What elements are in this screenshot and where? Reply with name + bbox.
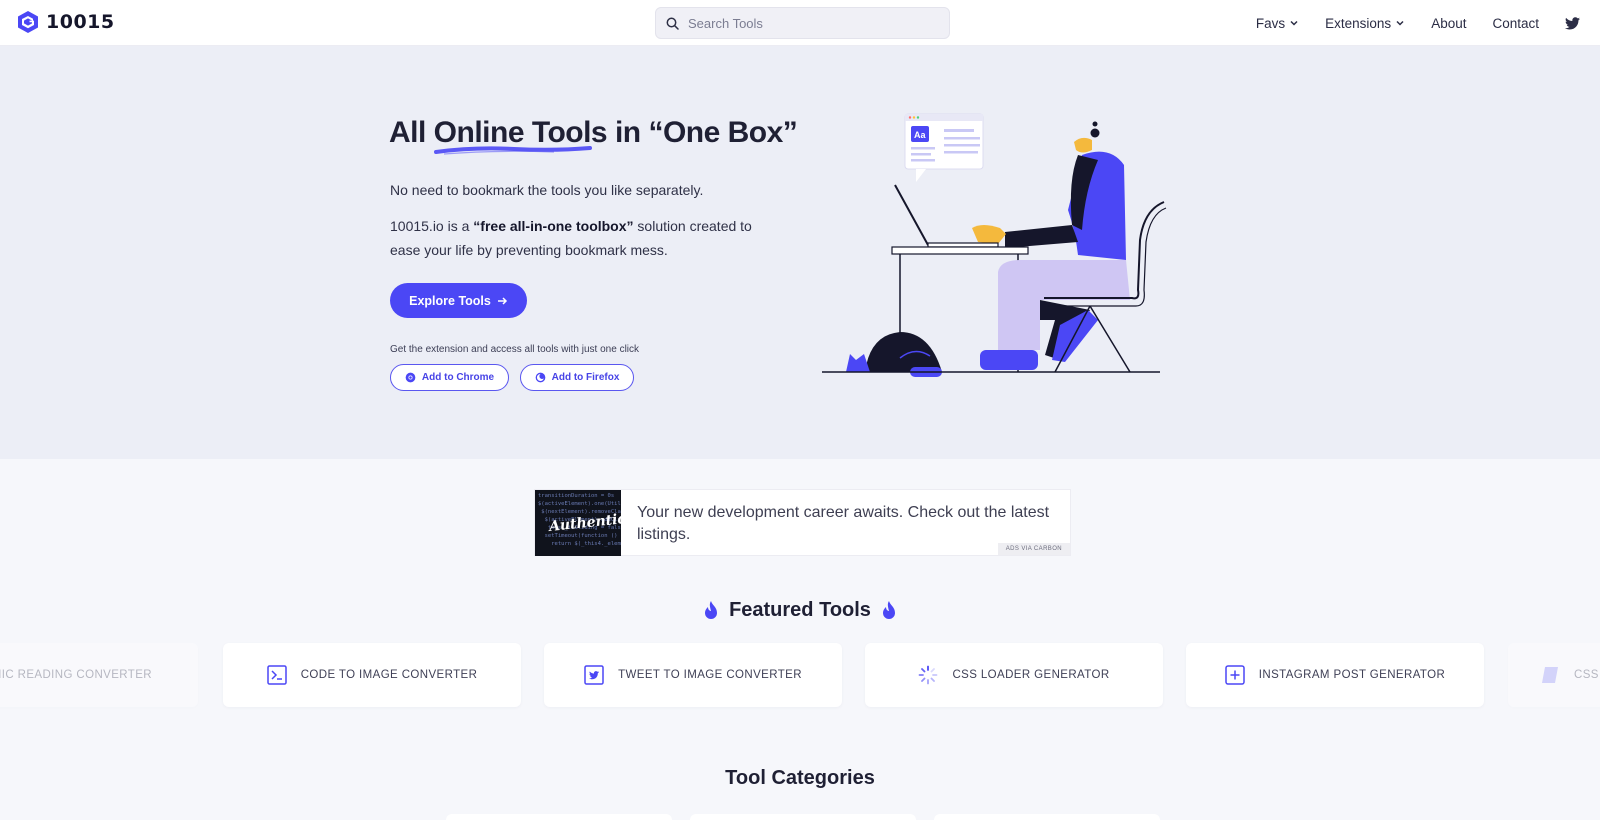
css-icon: [1542, 667, 1558, 683]
add-to-chrome-button[interactable]: Add to Chrome: [390, 364, 509, 391]
explore-tools-label: Explore Tools: [409, 293, 491, 308]
tool-card-code-to-image[interactable]: CODE TO IMAGE CONVERTER: [223, 643, 521, 707]
nav-favs[interactable]: Favs: [1256, 16, 1299, 31]
search-box[interactable]: [655, 7, 950, 39]
hero-p2-bold: “free all-in-one toolbox”: [473, 218, 634, 234]
logo-icon: [18, 11, 38, 33]
hero-section: All Online Tools in “One Box” No need to…: [0, 46, 1600, 459]
add-to-chrome-label: Add to Chrome: [421, 372, 495, 383]
tool-card-label: INSTAGRAM POST GENERATOR: [1258, 669, 1446, 681]
nav-contact-label: Contact: [1492, 15, 1539, 31]
tool-card-label: CSS LOADER GENERATOR: [952, 669, 1110, 681]
hero-title: All Online Tools in “One Box”: [389, 116, 798, 155]
nav-contact[interactable]: Contact: [1492, 16, 1539, 31]
tool-card-label: CSS: [1574, 669, 1599, 681]
hero-title-after: in “One Box”: [607, 116, 798, 149]
plus-square-icon: [1225, 665, 1245, 685]
category-card[interactable]: [934, 814, 1160, 820]
loader-icon: [919, 665, 938, 685]
top-header: 10015 Favs Extensions About Contact: [0, 0, 1600, 46]
add-to-firefox-button[interactable]: Add to Firefox: [520, 364, 634, 391]
chrome-icon: [405, 372, 416, 383]
ads-via-carbon-tag[interactable]: ADS VIA CARBON: [997, 543, 1070, 555]
tool-card-css[interactable]: CSS: [1508, 643, 1600, 707]
firefox-icon: [535, 372, 545, 383]
nav-extensions[interactable]: Extensions: [1325, 16, 1405, 31]
ad-image[interactable]: transitionDuration = 0s $(activeElement)…: [535, 490, 621, 556]
search-input[interactable]: [688, 15, 928, 31]
hero-p2-prefix: 10015.io is a: [390, 218, 474, 234]
tool-card-bionic-reading[interactable]: NIC READING CONVERTER: [0, 643, 198, 707]
logo-text: 10015: [46, 11, 115, 33]
flame-icon: [882, 600, 895, 619]
chevron-down-icon: [1290, 20, 1298, 26]
hero-description-1: No need to bookmark the tools you like s…: [390, 182, 704, 198]
nav-extensions-label: Extensions: [1325, 15, 1392, 31]
ad-text[interactable]: Your new development career awaits. Chec…: [637, 502, 1057, 546]
carbon-ad[interactable]: transitionDuration = 0s $(activeElement)…: [534, 489, 1071, 556]
chevron-down-icon: [1396, 20, 1404, 26]
search-icon: [666, 17, 679, 30]
nav-about[interactable]: About: [1431, 16, 1466, 31]
main-nav: Favs Extensions About Contact: [1256, 0, 1580, 46]
svg-text:Aa: Aa: [914, 130, 926, 140]
explore-tools-button[interactable]: Explore Tools: [390, 283, 527, 318]
extension-text: Get the extension and access all tools w…: [390, 344, 640, 355]
category-card[interactable]: [446, 814, 672, 820]
brush-underline-icon: [433, 146, 592, 155]
nav-favs-label: Favs: [1255, 15, 1286, 31]
terminal-icon: [266, 665, 287, 685]
tool-card-tweet-to-image[interactable]: TWEET TO IMAGE CONVERTER: [544, 643, 842, 707]
hero-illustration: Aa: [822, 113, 1167, 377]
arrow-right-icon: [497, 296, 507, 305]
twitter-icon: [1565, 16, 1580, 29]
tool-categories-heading: Tool Categories: [725, 767, 875, 789]
hero-title-before: All: [389, 116, 434, 149]
hero-title-highlight-wrap: Online Tools: [433, 116, 608, 155]
tool-card-instagram-post[interactable]: INSTAGRAM POST GENERATOR: [1186, 643, 1484, 707]
add-to-firefox-label: Add to Firefox: [551, 372, 620, 383]
tool-card-label: TWEET TO IMAGE CONVERTER: [618, 669, 802, 681]
featured-tools-heading: Featured Tools: [0, 599, 1600, 622]
tweet-icon: [584, 665, 604, 685]
tool-card-css-loader[interactable]: CSS LOADER GENERATOR: [865, 643, 1163, 707]
twitter-link[interactable]: [1565, 16, 1580, 30]
tool-card-label: NIC READING CONVERTER: [0, 669, 152, 681]
flame-icon: [705, 600, 718, 619]
tool-card-label: CODE TO IMAGE CONVERTER: [300, 669, 478, 681]
nav-about-label: About: [1431, 15, 1467, 31]
featured-tools-title: Featured Tools: [729, 599, 871, 621]
hero-description-2: 10015.io is a “free all-in-one toolbox” …: [390, 214, 760, 262]
logo[interactable]: 10015: [17, 10, 115, 34]
category-card[interactable]: [690, 814, 916, 820]
